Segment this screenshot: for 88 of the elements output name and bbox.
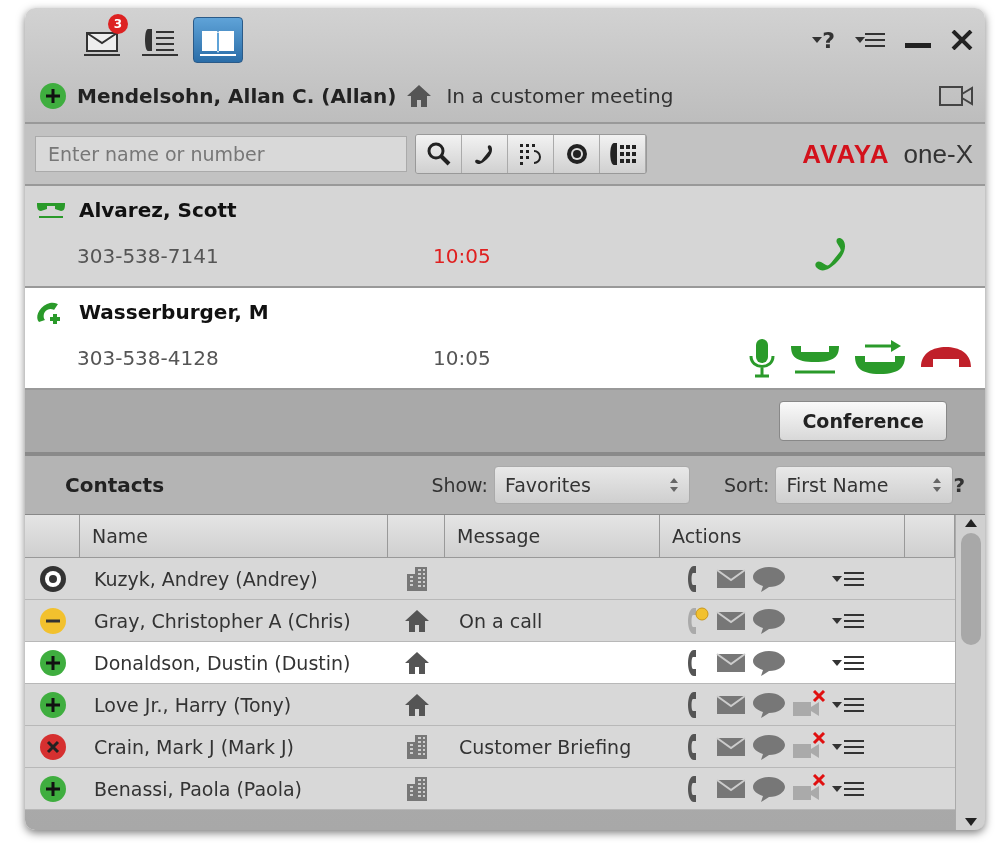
email-icon (716, 735, 746, 758)
contact-name: Benassi, Paola (Paola) (93, 777, 304, 800)
contact-row[interactable]: Crain, Mark J (Mark J) Customer Briefing (25, 726, 955, 768)
minimize-icon (905, 42, 931, 48)
menu-icon (844, 654, 864, 671)
sort-select[interactable]: First Name (775, 466, 954, 504)
caret-icon (832, 616, 842, 625)
select-arrows-icon (669, 477, 680, 493)
column-header[interactable]: Name (80, 515, 388, 557)
column-header[interactable]: Actions (660, 515, 905, 557)
redial-button[interactable] (508, 135, 554, 173)
contact-message: Customer Briefing (458, 735, 632, 758)
contact-row[interactable]: Donaldson, Dustin (Dustin) (25, 642, 955, 684)
chat-bubble-icon (752, 606, 786, 635)
microphone-icon (747, 338, 777, 378)
call-row[interactable]: Wasserburger, M 303-538-4128 10:05 (25, 288, 985, 390)
caller-number: 303-538-4128 (77, 346, 220, 370)
scrollbar[interactable] (955, 515, 985, 830)
menu-icon (844, 612, 864, 629)
status-message[interactable]: In a customer meeting (446, 84, 674, 108)
search-icon (425, 141, 452, 167)
contacts-tab[interactable] (193, 17, 243, 63)
call-duration: 10:05 (433, 244, 491, 268)
select-arrows-icon (932, 477, 943, 493)
caret-icon (832, 574, 842, 583)
company-logo: AVAYA (802, 138, 890, 170)
close-icon (951, 30, 973, 50)
caret-icon (832, 658, 842, 667)
help-button[interactable]: ? (953, 473, 965, 497)
search-button[interactable] (416, 135, 462, 173)
messages-tab[interactable]: 3 (77, 17, 127, 63)
contact-name: Kuzyk, Andrey (Andrey) (93, 567, 319, 590)
chat-bubble-icon (752, 732, 786, 761)
dialpad-icon (607, 141, 638, 167)
show-select[interactable]: Favorites (494, 466, 691, 504)
caller-name: Alvarez, Scott (79, 198, 237, 222)
email-icon (716, 609, 746, 632)
help-button[interactable]: ? (812, 27, 835, 53)
contact-name: Love Jr., Harry (Tony) (93, 693, 293, 716)
menu-icon (844, 738, 864, 755)
chat-bubble-icon (752, 564, 786, 593)
show-label: Show: (431, 474, 489, 496)
scroll-thumb[interactable] (960, 533, 981, 645)
email-icon (716, 693, 746, 716)
transfer-call-icon (853, 340, 907, 376)
caret-icon (855, 36, 865, 44)
contact-row[interactable]: Gray, Christopher A (Chris) On a call (25, 600, 955, 642)
chat-bubble-icon (752, 648, 786, 677)
email-icon (716, 567, 746, 590)
contacts-title: Contacts (65, 473, 165, 497)
menu-icon (844, 696, 864, 713)
call-row[interactable]: Alvarez, Scott 303-538-7141 10:05 (25, 186, 985, 288)
email-icon (716, 651, 746, 674)
product-logo: one-X (903, 138, 973, 170)
contact-message: On a call (458, 609, 543, 632)
chat-bubble-icon (752, 774, 786, 803)
contact-row[interactable]: Kuzyk, Andrey (Andrey) (25, 558, 955, 600)
sort-label: Sort: (724, 474, 770, 496)
menu-icon (844, 570, 864, 587)
caret-icon (812, 36, 823, 44)
contact-row[interactable]: Love Jr., Harry (Tony) (25, 684, 955, 726)
call-duration: 10:05 (433, 346, 491, 370)
unread-badge: 3 (108, 14, 128, 34)
caret-icon (832, 742, 842, 751)
call-button[interactable] (462, 135, 508, 173)
email-icon (716, 777, 746, 800)
caret-icon (832, 784, 842, 793)
dialpad-button[interactable] (600, 135, 646, 173)
search-field[interactable]: Enter name or number (35, 136, 407, 172)
scroll-up-icon (964, 519, 977, 527)
voicemail-button[interactable] (554, 135, 600, 173)
column-header[interactable]: Message (445, 515, 660, 557)
caller-name: Wasserburger, M (79, 300, 269, 324)
video-camera-icon (939, 85, 973, 107)
chat-bubble-icon (752, 690, 786, 719)
close-button[interactable] (951, 30, 973, 50)
menu-icon (865, 32, 885, 48)
contact-row[interactable]: Benassi, Paola (Paola) (25, 768, 955, 810)
contact-name: Crain, Mark J (Mark J) (93, 735, 295, 758)
caller-number: 303-538-7141 (77, 244, 220, 268)
caret-icon (832, 700, 842, 709)
menu-button[interactable] (855, 32, 885, 48)
conference-button[interactable]: Conference (779, 401, 947, 441)
contact-name: Gray, Christopher A (Chris) (93, 609, 352, 632)
user-name: Mendelsohn, Allan C. (Allan) (77, 84, 397, 108)
scroll-down-icon (964, 818, 977, 826)
contact-name: Donaldson, Dustin (Dustin) (93, 651, 352, 674)
menu-icon (844, 780, 864, 797)
